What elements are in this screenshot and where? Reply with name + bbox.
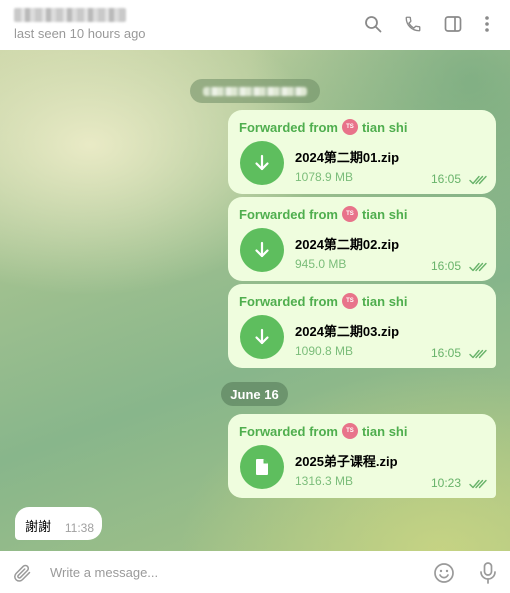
message-time: 16:05 [430,259,461,273]
attach-icon[interactable] [10,561,34,585]
forwarded-header: Forwarded from TS tian shi [239,423,407,439]
file-name: 2024第二期01.zip [295,150,400,165]
forwarded-header: Forwarded from TS tian shi [239,293,407,309]
forwarded-label: Forwarded from [239,293,338,309]
file-name: 2025弟子课程.zip [295,454,398,469]
forwarded-sender[interactable]: tian shi [362,424,408,439]
microphone-icon[interactable] [476,561,500,585]
message-time: 16:05 [430,172,461,186]
sender-avatar[interactable]: TS [341,293,358,309]
double-check-icon [469,175,487,185]
incoming-message[interactable]: 謝謝 11:38 [15,507,102,540]
search-icon[interactable] [362,13,384,35]
more-vertical-icon[interactable] [476,13,498,35]
forwarded-label: Forwarded from [239,206,338,222]
emoji-icon[interactable] [432,561,456,585]
sender-avatar[interactable]: TS [341,423,358,439]
message-composer [0,551,510,593]
file-name: 2024第二期02.zip [295,237,400,252]
last-seen-status: last seen 10 hours ago [14,26,146,41]
chat-header: last seen 10 hours ago [0,0,510,50]
file-size: 1316.3 MB [295,474,354,488]
forwarded-sender[interactable]: tian shi [362,294,408,309]
file-size: 945.0 MB [295,257,347,271]
file-size: 1078.9 MB [295,170,354,184]
forwarded-file-message[interactable]: Forwarded from TS tian shi 2024第二期01.zip… [228,110,496,194]
sender-avatar[interactable]: TS [341,119,358,135]
forwarded-sender[interactable]: tian shi [362,120,408,135]
date-separator: June 16 [221,382,288,406]
forwarded-file-message[interactable]: Forwarded from TS tian shi 2025弟子课程.zip … [228,414,496,498]
double-check-icon [469,479,487,489]
forwarded-label: Forwarded from [239,119,338,135]
file-name: 2024第二期03.zip [295,324,400,339]
message-input[interactable] [50,561,410,583]
message-time: 11:38 [64,521,94,535]
message-text: 謝謝 [25,519,52,534]
forwarded-file-message[interactable]: Forwarded from TS tian shi 2024第二期03.zip… [228,284,496,368]
forwarded-label: Forwarded from [239,423,338,439]
double-check-icon [469,349,487,359]
contact-name-redacted[interactable] [14,8,126,22]
download-icon[interactable] [240,228,284,272]
sidebar-toggle-icon[interactable] [442,13,464,35]
file-size: 1090.8 MB [295,344,354,358]
chat-history[interactable]: Forwarded from TS tian shi 2024第二期01.zip… [0,50,510,551]
forwarded-header: Forwarded from TS tian shi [239,119,407,135]
message-time: 16:05 [430,346,461,360]
forwarded-header: Forwarded from TS tian shi [239,206,407,222]
forwarded-sender[interactable]: tian shi [362,207,408,222]
phone-icon[interactable] [402,13,424,35]
file-icon[interactable] [240,445,284,489]
download-icon[interactable] [240,141,284,185]
download-icon[interactable] [240,315,284,359]
date-separator-redacted [190,79,320,103]
message-time: 10:23 [430,476,461,490]
forwarded-file-message[interactable]: Forwarded from TS tian shi 2024第二期02.zip… [228,197,496,281]
sender-avatar[interactable]: TS [341,206,358,222]
double-check-icon [469,262,487,272]
